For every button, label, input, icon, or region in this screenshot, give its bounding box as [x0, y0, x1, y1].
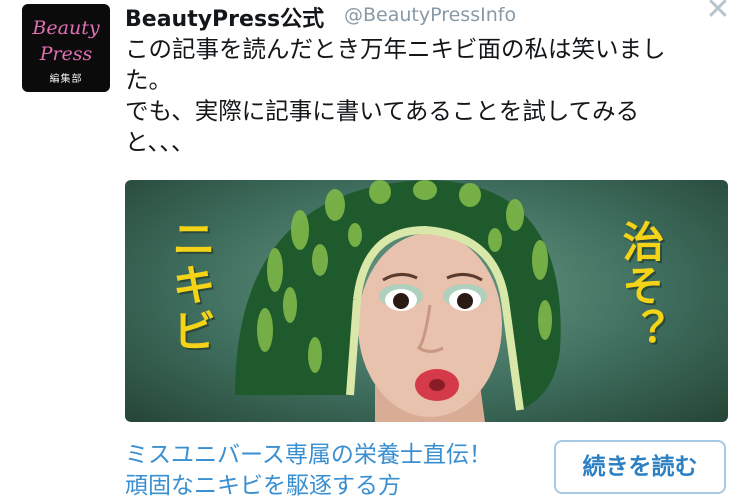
tweet-text: この記事を読んだとき万年ニキビ面の私は笑いまし た。 でも、実際に記事に書いてあ…	[125, 34, 737, 158]
avatar[interactable]: Beauty Press 編集部	[22, 4, 110, 92]
avatar-logo-line2: Press	[39, 43, 93, 65]
tweet-line: でも、実際に記事に書いてあることを試してみる	[125, 97, 640, 125]
account-name[interactable]: BeautyPress公式	[125, 1, 324, 33]
tweet-line: この記事を読んだとき万年ニキビ面の私は笑いまし	[125, 35, 666, 63]
avatar-logo-line1: Beauty	[32, 17, 100, 39]
media-caption-left: ニキビ	[164, 216, 215, 354]
read-more-button[interactable]: 続きを読む	[554, 440, 726, 494]
card-image[interactable]: ニキビ 治そ？	[125, 180, 728, 422]
account-handle[interactable]: @BeautyPressInfo	[344, 4, 516, 26]
close-icon[interactable]: ✕	[704, 0, 732, 25]
tweet-line: と、、、	[125, 128, 195, 156]
tweet-line: た。	[125, 66, 172, 94]
avatar-subtitle: 編集部	[49, 74, 83, 85]
media-caption-right: 治そ？	[616, 220, 665, 352]
card-title-link[interactable]: ミスユニバース専属の栄養士直伝！頑固なニキビを駆逐する方	[125, 440, 505, 500]
